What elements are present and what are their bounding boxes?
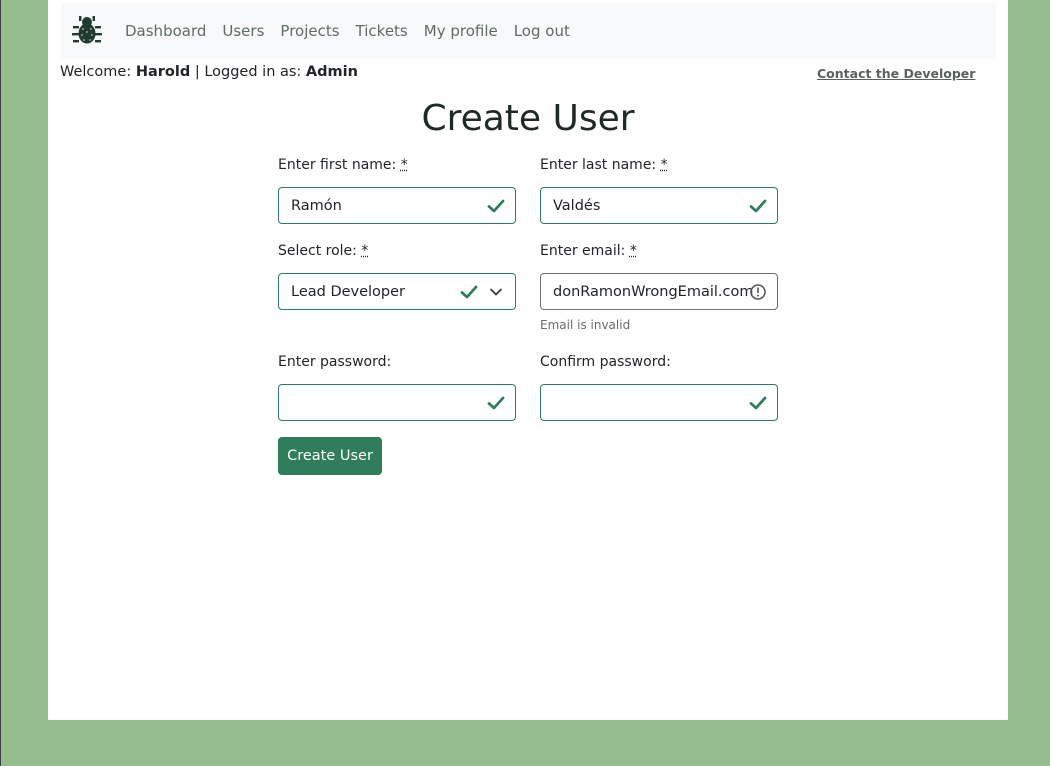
confirm-password-group: Confirm password:: [540, 354, 778, 421]
nav-projects[interactable]: Projects: [280, 22, 339, 40]
role-group: Select role: * Lead Developer: [278, 243, 516, 310]
last-name-group: Enter last name: * Valdés: [540, 157, 778, 224]
nav-dashboard[interactable]: Dashboard: [125, 22, 206, 40]
last-name-value: Valdés: [553, 197, 601, 214]
required-mark: *: [400, 157, 408, 173]
exclamation-circle-icon: [750, 284, 766, 300]
email-error-message: Email is invalid: [540, 318, 631, 332]
window-edge: [0, 0, 1, 766]
welcome-text: Welcome: Harold | Logged in as: Admin: [60, 64, 358, 80]
welcome-user: Harold: [135, 64, 191, 80]
email-label: Enter email: *: [540, 243, 637, 259]
first-name-field[interactable]: Ramón: [278, 187, 516, 224]
welcome-role: Admin: [305, 64, 358, 80]
role-label: Select role: *: [278, 243, 369, 259]
required-mark: *: [660, 157, 668, 173]
nav-log-out[interactable]: Log out: [514, 22, 570, 40]
welcome-prefix: Welcome:: [60, 64, 132, 80]
required-mark: *: [361, 243, 369, 259]
nav-tickets[interactable]: Tickets: [356, 22, 408, 40]
last-name-label: Enter last name: *: [540, 157, 668, 173]
nav-my-profile[interactable]: My profile: [424, 22, 498, 40]
welcome-separator: | Logged in as:: [194, 64, 302, 80]
nav-links: Dashboard Users Projects Tickets My prof…: [125, 22, 586, 40]
email-field[interactable]: donRamonWrongEmail.com: [540, 273, 778, 310]
navbar: Dashboard Users Projects Tickets My prof…: [61, 3, 996, 59]
chevron-down-icon: [490, 288, 502, 296]
page-container: Dashboard Users Projects Tickets My prof…: [48, 0, 1008, 720]
confirm-password-field[interactable]: [540, 384, 778, 421]
role-value: Lead Developer: [291, 283, 406, 300]
create-user-button[interactable]: Create User: [278, 437, 382, 475]
password-field[interactable]: [278, 384, 516, 421]
page-title: Create User: [421, 98, 635, 139]
check-icon: [487, 396, 505, 410]
email-group: Enter email: * donRamonWrongEmail.com Em…: [540, 243, 778, 332]
confirm-password-label: Confirm password:: [540, 354, 671, 370]
check-icon: [749, 199, 767, 213]
nav-users[interactable]: Users: [222, 22, 264, 40]
contact-developer-link[interactable]: Contact the Developer: [817, 66, 975, 81]
check-icon: [749, 396, 767, 410]
check-icon: [460, 285, 478, 299]
bug-icon[interactable]: [70, 14, 104, 48]
password-label: Enter password:: [278, 354, 392, 370]
check-icon: [487, 199, 505, 213]
last-name-field[interactable]: Valdés: [540, 187, 778, 224]
required-mark: *: [629, 243, 637, 259]
first-name-value: Ramón: [291, 197, 342, 214]
password-group: Enter password:: [278, 354, 516, 421]
first-name-label: Enter first name: *: [278, 157, 408, 173]
email-value: donRamonWrongEmail.com: [553, 283, 754, 300]
role-select[interactable]: Lead Developer: [278, 273, 516, 310]
first-name-group: Enter first name: * Ramón: [278, 157, 516, 224]
